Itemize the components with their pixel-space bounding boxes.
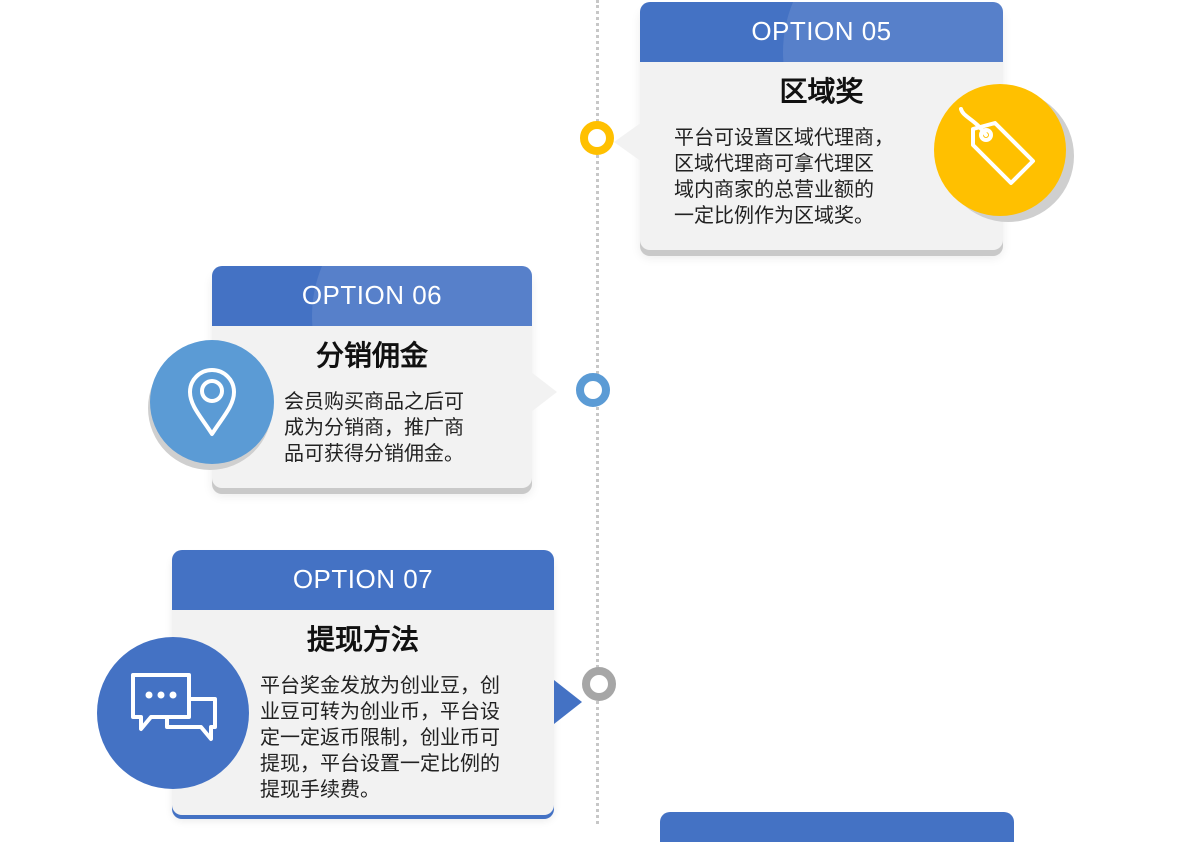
card-body: 会员购买商品之后可 成为分销商，推广商 品可获得分销佣金。 [284,389,464,465]
timeline-node-05 [580,121,614,155]
card-pointer [554,680,582,724]
tag-icon [934,84,1066,216]
chat-bubbles-icon [97,637,249,789]
next-card-partial [660,812,1014,842]
card-header: OPTION 06 [212,266,532,326]
option-label: OPTION 06 [301,280,443,310]
location-pin-icon [150,340,274,464]
card-title: 提现方法 [306,623,419,656]
card-header: OPTION 05 [640,2,1003,62]
card-pointer [531,372,557,412]
card-title: 区域奖 [779,75,864,108]
timeline-node-06 [576,373,610,407]
card-header: OPTION 07 [172,550,554,610]
option-label: OPTION 05 [751,16,892,46]
timeline-node-07 [582,667,616,701]
option-label: OPTION 07 [292,564,434,594]
card-body: 平台奖金发放为创业豆，创 业豆可转为创业币，平台设 定一定返币限制，创业币可 提… [260,673,500,801]
card-body: 平台可设置区域代理商， 区域代理商可拿代理区 域内商家的总营业额的 一定比例作为… [674,125,894,227]
card-pointer [614,122,642,162]
